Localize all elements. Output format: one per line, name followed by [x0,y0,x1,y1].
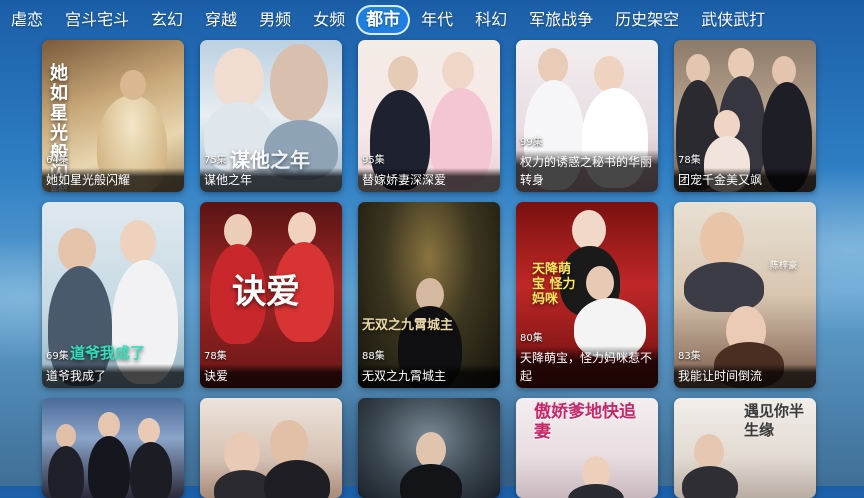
poster-title: 无双之九霄城主 [362,318,454,333]
drama-title: 无双之九霄城主 [358,364,500,388]
poster-title: 陈梓豪 [770,261,798,271]
drama-title: 替嫁娇妻深深爱 [358,168,500,192]
drama-title: 道爷我成了 [42,364,184,388]
episode-count: 95集 [362,155,385,166]
episode-count: 64集 [46,155,69,166]
drama-card[interactable]: 谋他之年 75集 谋他之年 [200,40,342,192]
poster-image [200,398,342,498]
poster-image [358,398,500,498]
drama-title: 谋他之年 [200,168,342,192]
episode-count: 75集 [204,155,227,166]
drama-card[interactable]: 99集 权力的诱惑之秘书的华丽转身 [516,40,658,192]
drama-card[interactable]: 95集 替嫁娇妻深深爱 [358,40,500,192]
poster-title: 天降萌宝 怪力妈咪 [532,262,576,307]
drama-title: 天降萌宝，怪力妈咪惹不起 [516,346,658,388]
drama-card[interactable]: 道爷我成了 69集 道爷我成了 [42,202,184,388]
episode-count: 80集 [520,333,543,344]
episode-count: 78集 [678,155,701,166]
episode-count: 69集 [46,351,69,362]
poster-image: 遇见你半生缘 [674,398,816,498]
drama-grid: 她如星光般闪耀 64集 她如星光般闪耀 谋他之年 75集 谋他之年 95集 替嫁… [0,0,864,498]
drama-card[interactable] [358,398,500,498]
episode-count: 99集 [520,137,543,148]
poster-image: 傲娇爹地快追妻 [516,398,658,498]
drama-card[interactable]: 天降萌宝 怪力妈咪 80集 天降萌宝，怪力妈咪惹不起 [516,202,658,388]
drama-title: 权力的诱惑之秘书的华丽转身 [516,150,658,192]
drama-title: 诀爱 [200,364,342,388]
drama-title: 我能让时间倒流 [674,364,816,388]
drama-card[interactable] [200,398,342,498]
drama-card[interactable]: 傲娇爹地快追妻 [516,398,658,498]
poster-title: 道爷我成了 [70,344,146,362]
episode-count: 83集 [678,351,701,362]
poster-image [42,398,184,498]
drama-card[interactable]: 陈梓豪 83集 我能让时间倒流 [674,202,816,388]
drama-card[interactable]: 78集 团宠千金美又飒 [674,40,816,192]
drama-card[interactable]: 她如星光般闪耀 64集 她如星光般闪耀 [42,40,184,192]
poster-title: 诀爱 [232,272,300,312]
poster-title: 傲娇爹地快追妻 [534,402,636,442]
drama-title: 团宠千金美又飒 [674,168,816,192]
drama-card[interactable]: 遇见你半生缘 [674,398,816,498]
drama-card[interactable] [42,398,184,498]
drama-title: 她如星光般闪耀 [42,168,184,192]
poster-title: 遇见你半生缘 [744,402,805,439]
episode-count: 78集 [204,351,227,362]
drama-card[interactable]: 诀爱 78集 诀爱 [200,202,342,388]
drama-card[interactable]: 无双之九霄城主 88集 无双之九霄城主 [358,202,500,388]
episode-count: 88集 [362,351,385,362]
